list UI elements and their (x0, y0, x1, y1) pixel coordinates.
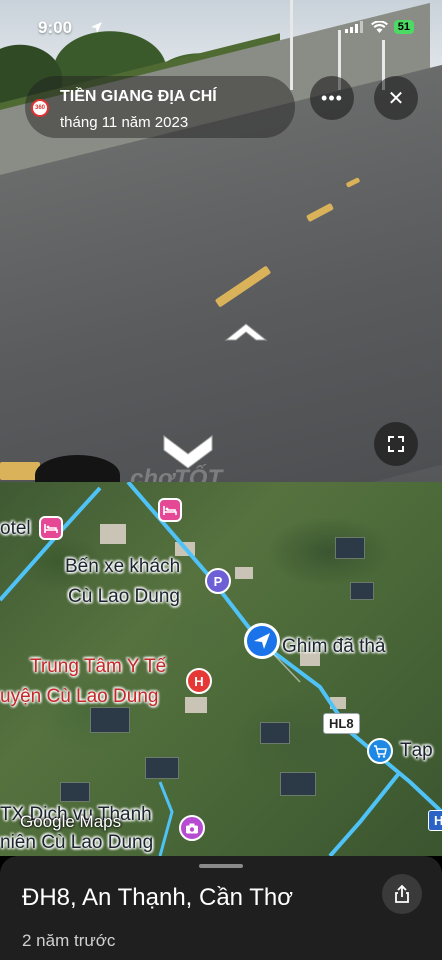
signal-icon (344, 21, 363, 33)
location-arrow-icon (91, 22, 102, 33)
google-maps-attribution: Google Maps (20, 812, 122, 831)
map-label-bus-station-2[interactable]: Cù Lao Dung (68, 586, 180, 608)
close-button[interactable]: ✕ (374, 76, 418, 120)
more-options-button[interactable]: ••• (310, 76, 354, 120)
street-view-panel[interactable]: chợTỐT 9:00 51 360 TIỀN GIANG ĐỊA CHÍ th… (0, 0, 442, 482)
close-icon: ✕ (387, 87, 405, 110)
status-indicators: 51 (344, 20, 414, 34)
shopping-cart-icon[interactable] (367, 738, 393, 764)
map-label-medical-center[interactable]: Trung Tâm Y Tế (30, 656, 166, 678)
nav-arrow-forward-icon[interactable] (224, 318, 268, 346)
map-label-bus-station[interactable]: Bến xe khách (65, 556, 180, 578)
parking-icon[interactable]: P (205, 568, 231, 594)
status-bar: 9:00 51 (0, 0, 442, 50)
camera-icon[interactable] (179, 815, 205, 841)
expand-button[interactable] (374, 422, 418, 466)
map-label-hotel: otel (0, 518, 31, 539)
expand-icon (388, 436, 404, 452)
battery-icon: 51 (393, 20, 414, 34)
map-label-company-2[interactable]: niên Cù Lao Dung (0, 832, 153, 854)
lane-marking (0, 462, 40, 480)
route-badge-hl8: HL8 (323, 713, 360, 734)
status-time: 9:00 (38, 18, 73, 37)
nav-arrow-back-icon[interactable] (160, 432, 216, 472)
drag-handle[interactable] (199, 864, 243, 868)
photo-age: 2 năm trước (22, 931, 116, 950)
place-address: ĐH8, An Thạnh, Cần Thơ (22, 884, 294, 911)
share-button[interactable] (382, 874, 422, 914)
wifi-icon (370, 21, 388, 33)
share-icon (395, 884, 409, 903)
dropped-pin-icon[interactable] (244, 623, 280, 659)
route-badge-edge: H (428, 810, 442, 831)
place-bottom-sheet[interactable]: ĐH8, An Thạnh, Cần Thơ 2 năm trước (0, 856, 442, 960)
hospital-icon[interactable]: H (186, 668, 212, 694)
capture-date: tháng 11 năm 2023 (60, 114, 189, 131)
channel-logo: 360 (31, 99, 49, 117)
map-label-pin[interactable]: Ghim đã thả (282, 636, 386, 658)
map-label-shop[interactable]: Tạp (400, 740, 433, 762)
hotel-icon[interactable] (39, 516, 63, 540)
map-label-medical-center-2[interactable]: uyện Cù Lao Dung (0, 686, 158, 708)
hotel-icon[interactable] (158, 498, 182, 522)
more-icon: ••• (321, 87, 343, 108)
satellite-map[interactable]: otel Bến xe khách Cù Lao Dung P Ghim đã … (0, 482, 442, 856)
place-title: TIỀN GIANG ĐỊA CHÍ (60, 88, 217, 105)
